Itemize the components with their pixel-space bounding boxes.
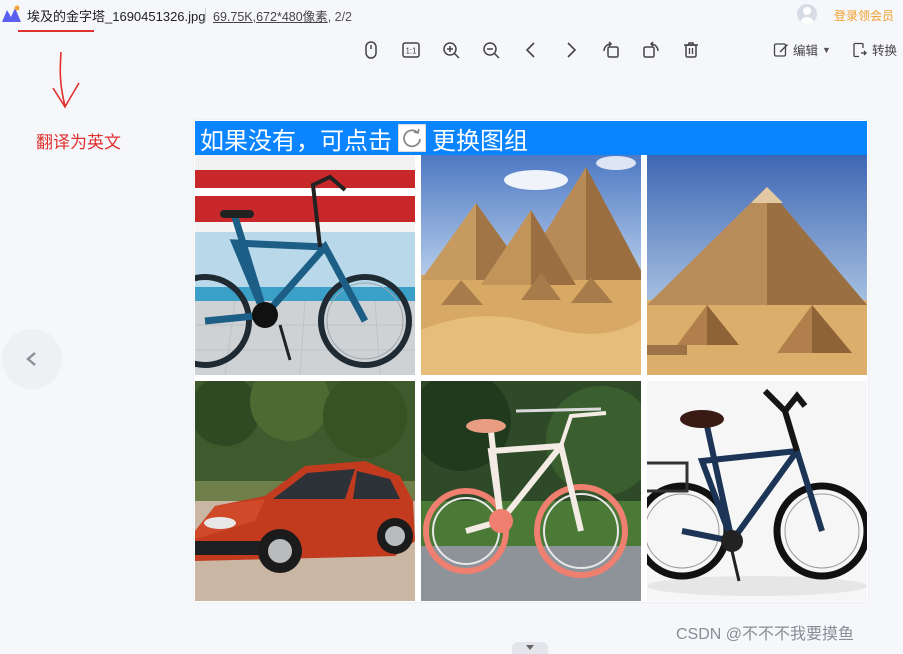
caret-down-icon: ▼ (822, 44, 831, 55)
edit-icon (773, 42, 788, 57)
captcha-tile-bicycle[interactable] (421, 381, 641, 601)
convert-icon (853, 42, 867, 57)
pyramid-photo (647, 155, 867, 375)
watermark: CSDN @不不不我要摸鱼 (676, 626, 855, 643)
captcha-tile-pyramids[interactable] (421, 155, 641, 375)
bottom-expand-tab[interactable] (512, 642, 548, 654)
image-dimensions[interactable]: 672*480像素 (256, 10, 328, 24)
rotate-right-icon (643, 41, 659, 58)
bicycle-photo (195, 155, 415, 375)
chevron-right-icon (567, 42, 577, 58)
zoom-out-button[interactable] (479, 38, 503, 62)
captcha-header: 如果没有，可点击 更换图组 (195, 121, 867, 155)
refresh-button[interactable] (398, 124, 426, 152)
svg-text:1:1: 1:1 (405, 47, 417, 56)
zoom-out-icon (483, 42, 500, 59)
edit-label: 编辑 (793, 44, 819, 58)
bicycle-photo (647, 381, 867, 601)
chevron-left-icon (525, 42, 535, 58)
divider (205, 8, 206, 22)
refresh-icon (403, 128, 421, 148)
file-info: 69.75K,672*480像素, 2/2 (213, 6, 352, 25)
convert-button[interactable]: 转换 (852, 40, 897, 59)
app-logo-icon (2, 5, 21, 22)
trash-icon (684, 42, 698, 58)
edit-menu-button[interactable]: 编辑 ▼ (773, 40, 831, 59)
mouse-icon (365, 41, 377, 59)
captcha-tile-pyramid[interactable] (647, 155, 867, 375)
page-counter: , 2/2 (327, 10, 353, 24)
captcha-instruction-before: 如果没有，可点击 (200, 127, 392, 155)
car-photo (195, 381, 415, 601)
title-bar: 埃及的金字塔_1690451326.jpg 69.75K,672*480像素, … (0, 0, 903, 30)
file-size[interactable]: 69.75K (213, 10, 253, 24)
captcha-tile-bicycle[interactable] (195, 155, 415, 375)
mouse-mode-button[interactable] (359, 38, 383, 62)
convert-label: 转换 (872, 44, 898, 58)
next-image-button[interactable] (559, 38, 583, 62)
login-vip-link[interactable]: 登录领会员 (834, 7, 894, 24)
avatar[interactable] (797, 4, 817, 24)
image-viewport: 如果没有，可点击 更换图组 (194, 120, 868, 602)
zoom-in-button[interactable] (439, 38, 463, 62)
previous-image-button[interactable] (519, 38, 543, 62)
annotation-arrow-icon (52, 51, 80, 109)
pyramids-photo (421, 155, 641, 375)
rotate-right-button[interactable] (639, 38, 663, 62)
previous-page-button[interactable] (2, 329, 62, 389)
captcha-tile-car[interactable] (195, 381, 415, 601)
captcha-tile-bicycle[interactable] (647, 381, 867, 601)
chevron-left-icon (26, 352, 36, 366)
file-name: 埃及的金字塔_1690451326.jpg (27, 9, 206, 24)
annotation-underline (18, 30, 94, 32)
zoom-in-icon (443, 42, 460, 59)
actual-size-icon: 1:1 (402, 42, 420, 58)
annotation-text: 翻译为英文 (36, 133, 121, 152)
rotate-left-icon (603, 41, 619, 58)
actual-size-button[interactable]: 1:1 (399, 38, 423, 62)
rotate-left-button[interactable] (599, 38, 623, 62)
captcha-instruction-after: 更换图组 (432, 127, 528, 155)
bicycle-photo (421, 381, 641, 601)
delete-button[interactable] (679, 38, 703, 62)
